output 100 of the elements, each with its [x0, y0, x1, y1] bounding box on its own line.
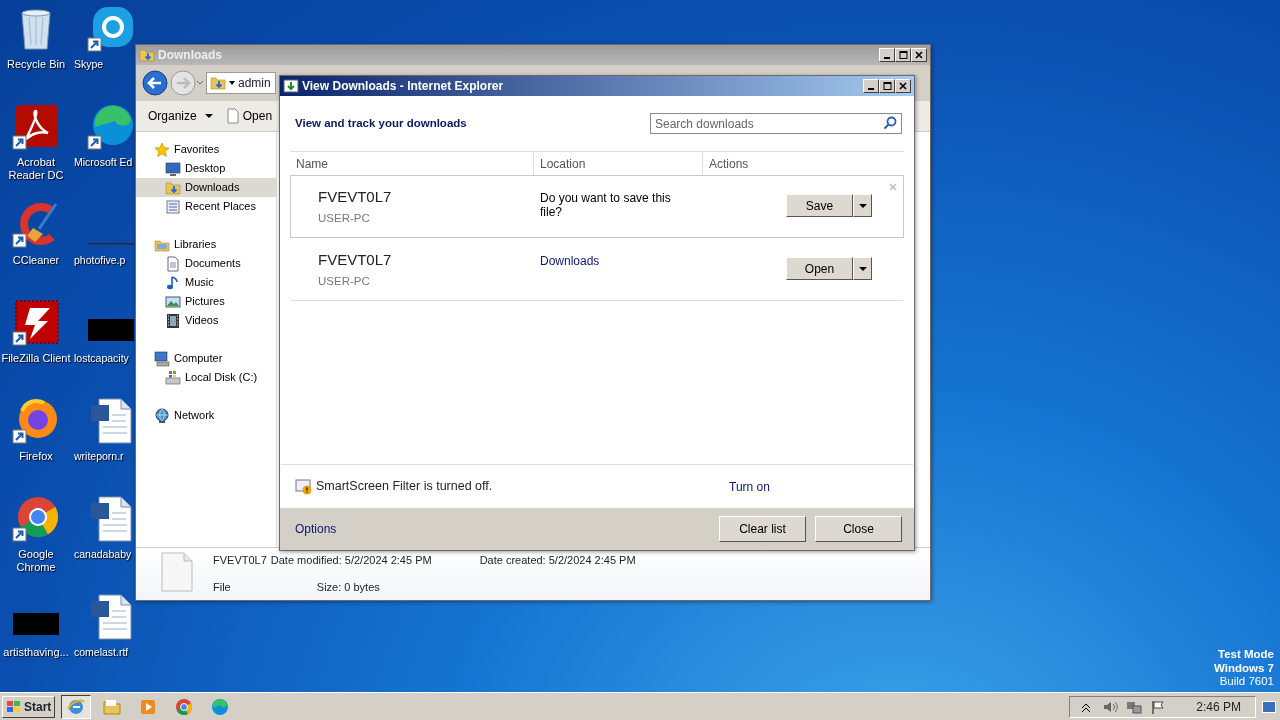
location-link[interactable]: Downloads: [540, 254, 600, 268]
file-name: FVEVT0L7: [318, 188, 393, 206]
desktop-icon-label[interactable]: canadababy: [74, 548, 132, 561]
browser-icon: [174, 696, 195, 717]
film-icon: [165, 312, 181, 329]
search-icon[interactable]: [883, 116, 897, 130]
detail-text: Size: 0 bytes: [316, 580, 381, 595]
file-name: FVEVT0L7: [213, 553, 267, 568]
show-desktop-button[interactable]: [1262, 700, 1276, 713]
close-button[interactable]: [911, 48, 927, 62]
column-header[interactable]: Actions: [702, 152, 904, 175]
dialog-button[interactable]: Close: [815, 516, 902, 542]
windows-flag-icon: [6, 698, 22, 715]
address-text: admin: [238, 75, 271, 92]
desktop-icon-label[interactable]: Acrobat Reader DC: [0, 156, 72, 182]
minimize-button[interactable]: [879, 48, 895, 62]
open-button[interactable]: Open: [226, 107, 273, 125]
drive-icon: [165, 369, 181, 386]
document-icon: [165, 255, 181, 272]
monitor-icon: [165, 160, 181, 177]
maximize-icon: [882, 81, 892, 91]
taskbar-app[interactable]: [61, 694, 92, 719]
dialog-button[interactable]: Clear list: [719, 516, 806, 542]
nav-item[interactable]: Recent Places: [136, 197, 276, 216]
action-button[interactable]: Open: [786, 257, 853, 280]
chat-app-icon[interactable]: [87, 5, 135, 53]
thumbnail-icon[interactable]: [13, 613, 59, 635]
action-button[interactable]: Save: [786, 194, 853, 217]
maximize-button[interactable]: [895, 48, 911, 62]
turn-on-link[interactable]: Turn on: [729, 477, 770, 496]
close-button[interactable]: [895, 79, 911, 93]
download-folder-icon: [139, 47, 155, 63]
minimize-button[interactable]: [863, 79, 879, 93]
address-bar[interactable]: admin: [206, 72, 276, 94]
desktop-icon-label[interactable]: Firefox: [0, 450, 72, 463]
maximize-button[interactable]: [879, 79, 895, 93]
close-icon: [914, 50, 924, 60]
computer-icon: [154, 350, 170, 367]
download-folder-icon: [210, 75, 226, 91]
minimize-icon: [884, 57, 890, 59]
options-link[interactable]: Options: [295, 520, 337, 538]
desktop-icon-label[interactable]: CCleaner: [0, 254, 72, 267]
nav-item[interactable]: Local Disk (C:): [136, 368, 276, 387]
desktop-icon-label[interactable]: comelast.rtf: [74, 646, 129, 659]
dropdown-button[interactable]: [853, 257, 872, 280]
column-header[interactable]: Name: [290, 152, 533, 175]
desktop-icon-label[interactable]: photofive.p: [74, 254, 126, 267]
window-title: View Downloads - Internet Explorer: [302, 78, 504, 95]
nav-item[interactable]: Music: [136, 273, 276, 292]
clock[interactable]: 2:46 PM: [1196, 697, 1241, 716]
file-icon: [226, 108, 239, 124]
desktop-icon-label[interactable]: FileZilla Client: [0, 352, 72, 365]
nav-item[interactable]: Downloads: [136, 178, 276, 197]
downloads-window-icon: [283, 78, 299, 94]
desktop-icon-label[interactable]: writeporn.r: [74, 450, 124, 463]
desktop-icon-label[interactable]: artisthaving...: [0, 646, 72, 659]
download-folder-icon: [165, 179, 181, 196]
desktop-icon-label[interactable]: Microsoft Ed: [74, 156, 133, 169]
desktop-icon-label[interactable]: Recycle Bin: [0, 58, 72, 71]
nav-item[interactable]: Desktop: [136, 159, 276, 178]
organize-menu[interactable]: Organize: [148, 107, 213, 125]
search-field[interactable]: Search downloads: [650, 113, 902, 134]
flag-icon[interactable]: [1150, 698, 1167, 715]
desktop-icon-label[interactable]: Skype: [74, 58, 104, 71]
file-type: File: [213, 580, 232, 595]
browser-icon[interactable]: [87, 103, 135, 151]
back-button[interactable]: [142, 70, 168, 96]
lightning-tile-icon[interactable]: [12, 299, 60, 347]
nav-item[interactable]: Computer: [136, 349, 276, 368]
picture-icon: [165, 293, 181, 310]
desktop-icon-label[interactable]: lostcapacity: [74, 352, 129, 365]
column-header[interactable]: Location: [533, 152, 702, 175]
save-prompt: Do you want to save this file?: [540, 191, 672, 219]
close-icon: [898, 81, 908, 91]
nav-item[interactable]: Pictures: [136, 292, 276, 311]
dropdown-button[interactable]: [853, 194, 872, 217]
file-source: USER-PC: [318, 211, 371, 226]
caret-icon: [204, 113, 213, 119]
browser-icon[interactable]: [12, 495, 60, 543]
start-button[interactable]: Start: [2, 695, 56, 718]
nav-item[interactable]: Libraries: [136, 235, 276, 254]
star-icon: [154, 141, 170, 158]
network-globe-icon: [154, 407, 170, 424]
dialog-heading: View and track your downloads: [295, 115, 467, 131]
nav-item[interactable]: Favorites: [136, 140, 276, 159]
browser-icon: [210, 696, 231, 717]
thumbnail-icon[interactable]: [88, 319, 134, 341]
browser-icon[interactable]: [12, 397, 60, 445]
caret-icon: [858, 265, 867, 272]
shield-warning-icon: [295, 478, 313, 495]
caret-icon: [229, 80, 235, 86]
broom-icon[interactable]: [12, 201, 60, 249]
desktop-icon-label[interactable]: Google Chrome: [0, 548, 72, 574]
nav-item[interactable]: Documents: [136, 254, 276, 273]
detail-text: Date created: 5/2/2024 2:45 PM: [479, 553, 636, 568]
pdf-reader-icon[interactable]: [12, 103, 60, 151]
music-note-icon: [165, 274, 181, 291]
file-source: USER-PC: [318, 274, 371, 289]
nav-item[interactable]: Network: [136, 406, 276, 425]
nav-item[interactable]: Videos: [136, 311, 276, 330]
